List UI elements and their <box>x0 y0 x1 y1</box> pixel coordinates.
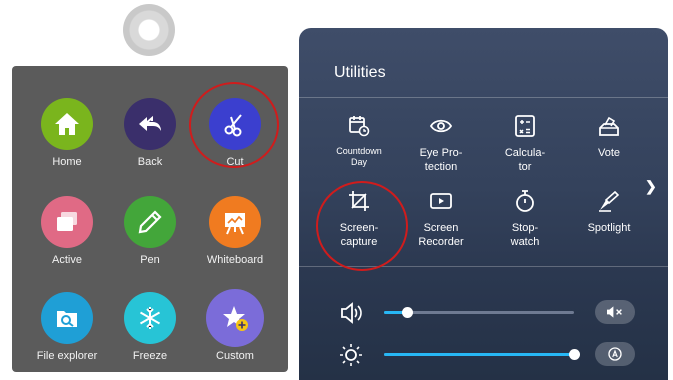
menu-item-custom[interactable]: Custom <box>192 288 278 374</box>
quick-menu-panel: Home Back Cut Active Pen Whiteboard File… <box>12 66 288 372</box>
tool-calculator[interactable]: Calcula-tor <box>483 114 567 174</box>
spotlight-icon <box>599 190 620 212</box>
brightness-row <box>299 340 668 370</box>
divider <box>299 97 668 98</box>
utilities-panel: Utilities Countdown Day Eye Pro-tection … <box>299 28 668 380</box>
brightness-slider[interactable] <box>384 349 580 360</box>
next-page-chevron-icon[interactable]: ❯ <box>645 178 657 195</box>
tool-vote[interactable]: Vote <box>567 114 651 160</box>
mute-button[interactable] <box>595 300 635 324</box>
menu-item-label: Cut <box>226 156 244 168</box>
tool-eye-protection[interactable]: Eye Pro-tection <box>399 114 483 174</box>
volume-slider[interactable] <box>384 307 574 318</box>
tool-label: Calcula-tor <box>504 147 546 173</box>
tool-label: Screen-capture <box>339 222 379 248</box>
menu-item-file-explorer[interactable]: File explorer <box>24 288 110 374</box>
star-plus-icon <box>206 289 264 347</box>
auto-brightness-button[interactable] <box>595 342 635 366</box>
speaker-icon <box>341 302 362 324</box>
divider <box>299 266 668 267</box>
menu-item-pen[interactable]: Pen <box>107 192 193 278</box>
crop-icon <box>349 191 369 211</box>
menu-item-cut[interactable]: Cut <box>192 94 278 180</box>
menu-item-whiteboard[interactable]: Whiteboard <box>192 192 278 278</box>
panel-title: Utilities <box>334 64 386 81</box>
sun-icon <box>340 344 362 366</box>
menu-item-active[interactable]: Active <box>24 192 110 278</box>
snowflake-icon <box>124 292 176 344</box>
scissors-icon <box>209 98 261 150</box>
tool-label: Vote <box>597 147 621 159</box>
tool-label: Eye Pro-tection <box>419 147 463 173</box>
menu-item-label: Freeze <box>132 350 168 362</box>
windows-icon <box>41 196 93 248</box>
menu-item-label: Active <box>52 254 82 266</box>
eye-icon <box>429 119 453 133</box>
menu-item-label: Home <box>52 156 82 168</box>
brightness-thumb[interactable] <box>569 349 580 360</box>
tool-label: Screen Recorder <box>418 222 464 248</box>
tool-screen-recorder[interactable]: Screen Recorder <box>399 189 483 249</box>
brightness-fill <box>384 353 574 356</box>
calculator-icon <box>515 115 535 137</box>
whiteboard-icon <box>209 196 261 248</box>
calendar-clock-icon <box>349 116 370 137</box>
menu-item-label: Back <box>137 156 163 168</box>
back-icon <box>124 98 176 150</box>
record-icon <box>430 193 452 209</box>
file-explorer-icon <box>41 292 93 344</box>
pen-icon <box>124 196 176 248</box>
home-icon <box>41 98 93 150</box>
tool-spotlight[interactable]: Spotlight <box>567 189 651 235</box>
menu-item-back[interactable]: Back <box>107 94 193 180</box>
menu-item-label: Whiteboard <box>206 254 264 266</box>
menu-item-freeze[interactable]: Freeze <box>107 288 193 374</box>
volume-thumb[interactable] <box>401 307 413 318</box>
tool-screen-capture[interactable]: Screen-capture <box>317 189 401 249</box>
menu-item-label: Pen <box>140 254 160 266</box>
vote-icon <box>599 116 619 136</box>
tool-stopwatch[interactable]: Stop-watch <box>483 189 567 249</box>
floating-menu-button[interactable] <box>123 4 175 56</box>
tool-label: Stop-watch <box>510 222 540 248</box>
volume-row <box>299 298 668 328</box>
tool-label: Countdown Day <box>336 146 382 167</box>
mute-icon <box>607 306 622 318</box>
stopwatch-icon <box>516 190 534 212</box>
tool-label: Spotlight <box>587 222 631 234</box>
auto-brightness-icon <box>608 347 622 361</box>
tool-countdown-day[interactable]: Countdown Day <box>317 114 401 168</box>
menu-item-label: File explorer <box>36 350 98 362</box>
menu-item-home[interactable]: Home <box>24 94 110 180</box>
menu-item-label: Custom <box>216 350 254 362</box>
